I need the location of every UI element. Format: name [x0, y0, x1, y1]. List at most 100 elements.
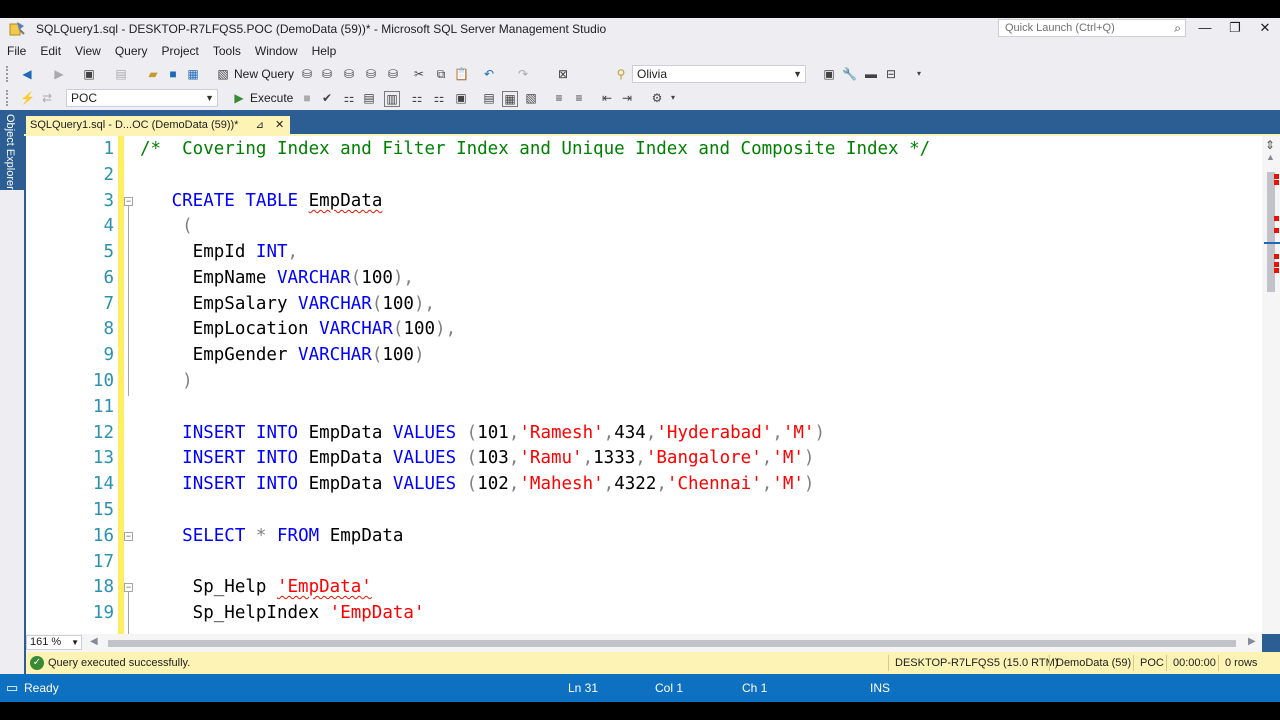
- new-query-button[interactable]: New Query: [234, 67, 294, 81]
- zoom-combo[interactable]: 161 % ▼: [26, 635, 82, 650]
- menu-view[interactable]: View: [68, 42, 108, 60]
- collapse-icon[interactable]: −: [124, 197, 133, 206]
- mdx-query-icon[interactable]: ⛁: [320, 67, 334, 81]
- menu-file[interactable]: File: [0, 42, 33, 60]
- side-panel: Object Explorer: [0, 110, 24, 674]
- save-all-icon[interactable]: ▦: [186, 67, 200, 81]
- client-stats-icon[interactable]: ▣: [454, 91, 468, 105]
- undo-icon[interactable]: ↶: [482, 67, 496, 81]
- back-icon[interactable]: ◀: [20, 67, 34, 81]
- connect-icon[interactable]: ⚡: [20, 91, 35, 105]
- menu-project[interactable]: Project: [155, 42, 206, 60]
- split-icon[interactable]: ⇕: [1265, 138, 1275, 152]
- dmx-query-icon[interactable]: ⛁: [342, 67, 356, 81]
- results-grid-icon[interactable]: ▦: [502, 91, 518, 107]
- decrease-indent-icon[interactable]: ⇤: [600, 91, 614, 105]
- add-item-icon[interactable]: ▤: [114, 67, 128, 81]
- increase-indent-icon[interactable]: ⇥: [620, 91, 634, 105]
- query-designer-icon[interactable]: ▤: [362, 91, 376, 105]
- error-marker: [1274, 254, 1279, 259]
- toolbox-icon[interactable]: ▬: [864, 67, 878, 81]
- save-icon[interactable]: ■: [166, 67, 180, 81]
- code-line: CREATE TABLE EmpData: [171, 191, 383, 211]
- comment-out-icon[interactable]: ≡: [552, 91, 566, 105]
- menu-tools[interactable]: Tools: [206, 42, 248, 60]
- line-number: 13: [92, 448, 114, 468]
- toolbar-overflow-icon[interactable]: ▾: [666, 91, 680, 105]
- menu-edit[interactable]: Edit: [33, 42, 68, 60]
- live-stats-icon[interactable]: ⚏: [432, 91, 446, 105]
- status-column: Col 1: [655, 681, 684, 695]
- line-number: 3: [103, 191, 114, 211]
- new-project-icon[interactable]: ▣: [82, 67, 96, 81]
- wrench-icon[interactable]: 🔧: [842, 67, 857, 81]
- close-tab-icon[interactable]: ✕: [275, 119, 284, 131]
- pin-icon[interactable]: ⊿: [256, 120, 264, 131]
- code-line: Sp_Help 'EmpData': [140, 577, 372, 597]
- specify-template-values-icon[interactable]: ⚙: [650, 91, 664, 105]
- results-to-grid-icon[interactable]: ▥: [384, 91, 400, 107]
- paste-icon[interactable]: 📋: [454, 67, 469, 81]
- execute-button[interactable]: Execute: [250, 91, 293, 105]
- quick-launch-input[interactable]: Quick Launch (Ctrl+Q) ⌕: [998, 19, 1186, 37]
- code-line: /* Covering Index and Filter Index and U…: [140, 139, 931, 159]
- vertical-scrollbar[interactable]: ⇕ ▲: [1262, 136, 1280, 634]
- tab-sqlquery1[interactable]: SQLQuery1.sql - D...OC (DemoData (59))* …: [26, 116, 291, 134]
- properties-icon[interactable]: ▣: [822, 67, 836, 81]
- solution-explorer-icon[interactable]: ⊠: [556, 67, 570, 81]
- menu-window[interactable]: Window: [248, 42, 305, 60]
- menu-help[interactable]: Help: [305, 42, 344, 60]
- horizontal-scroll-thumb[interactable]: [108, 640, 1236, 647]
- close-window-button[interactable]: ✕: [1250, 18, 1280, 38]
- code-line: (: [182, 216, 193, 236]
- status-ready-icon: ▭: [6, 680, 19, 695]
- das-query-icon[interactable]: ⛁: [386, 67, 400, 81]
- database-engine-query-icon[interactable]: ⛁: [300, 67, 314, 81]
- toolbar-grip[interactable]: [6, 66, 12, 82]
- line-number: 2: [103, 165, 114, 185]
- execute-icon[interactable]: ▶: [232, 91, 246, 105]
- solution-configuration-combo[interactable]: Olivia ▼: [632, 65, 806, 83]
- database-info: POC: [1140, 657, 1164, 669]
- new-query-icon[interactable]: ▧: [216, 67, 230, 81]
- restore-button[interactable]: ❐: [1220, 18, 1250, 38]
- forward-icon[interactable]: ▶: [52, 67, 66, 81]
- toolbar-overflow-icon[interactable]: ▾: [912, 67, 926, 81]
- minimize-button[interactable]: —: [1190, 18, 1220, 38]
- include-plan-icon[interactable]: ⚏: [410, 91, 424, 105]
- scroll-left-icon[interactable]: ◀: [90, 636, 98, 647]
- code-line: EmpSalary VARCHAR(100),: [140, 294, 436, 314]
- status-insert-mode: INS: [870, 681, 891, 695]
- line-number: 11: [92, 397, 114, 417]
- available-databases-combo[interactable]: POC ▼: [66, 89, 218, 107]
- output-window-icon[interactable]: ⊟: [884, 67, 898, 81]
- cut-icon[interactable]: ✂: [412, 67, 426, 81]
- error-marker: [1274, 180, 1279, 185]
- results-to-file-icon[interactable]: ▧: [524, 91, 538, 105]
- elapsed-time: 00:00:00: [1173, 657, 1216, 669]
- collapse-icon[interactable]: −: [124, 583, 133, 592]
- line-number: 5: [103, 242, 114, 262]
- collapse-icon[interactable]: −: [124, 532, 133, 541]
- scroll-right-icon[interactable]: ▶: [1248, 636, 1256, 647]
- error-marker: [1274, 216, 1279, 221]
- query-editor[interactable]: 1 2 3 4 5 6 7 8 9 10 11 12 13 14 15 16 1…: [26, 136, 1262, 634]
- copy-icon[interactable]: ⧉: [434, 67, 448, 81]
- display-plan-icon[interactable]: ⚏: [342, 91, 356, 105]
- object-explorer-tab[interactable]: Object Explorer: [0, 110, 24, 190]
- parse-icon[interactable]: ✔: [320, 91, 334, 105]
- redo-icon[interactable]: ↷: [516, 67, 530, 81]
- line-number: 19: [92, 603, 114, 623]
- menu-query[interactable]: Query: [108, 42, 155, 60]
- cancel-query-icon[interactable]: ■: [300, 91, 314, 105]
- results-to-text-icon[interactable]: ▤: [482, 91, 496, 105]
- xmla-query-icon[interactable]: ⛁: [364, 67, 378, 81]
- toolbar-grip[interactable]: [6, 90, 12, 106]
- scroll-up-icon[interactable]: ▲: [1266, 152, 1275, 162]
- uncomment-icon[interactable]: ≡: [572, 91, 586, 105]
- success-check-icon: ✓: [30, 656, 44, 670]
- find-in-files-icon[interactable]: ⚲: [614, 67, 628, 81]
- outline-line: [128, 592, 129, 634]
- open-file-icon[interactable]: ▰: [146, 67, 160, 81]
- change-connection-icon[interactable]: ⇄: [40, 91, 54, 105]
